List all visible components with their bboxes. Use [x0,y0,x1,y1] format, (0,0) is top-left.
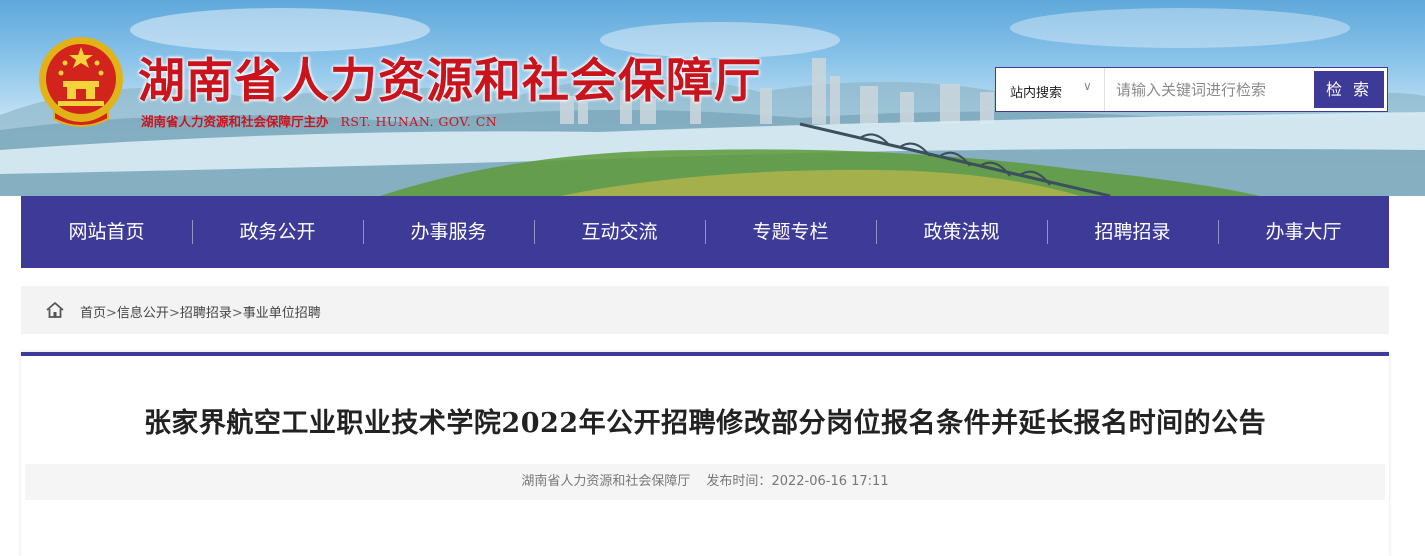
home-icon[interactable] [45,300,65,320]
nav-item-government-affairs[interactable]: 政务公开 [192,196,363,268]
site-subtitle: 湖南省人力资源和社会保障厅主办 RST. HUNAN. GOV. CN [141,111,497,130]
nav-item-interaction[interactable]: 互动交流 [534,196,705,268]
nav-item-topics[interactable]: 专题专栏 [705,196,876,268]
breadcrumb: 首页>信息公开>招聘招录>事业单位招聘 [21,286,1389,334]
article-container: 张家界航空工业职业技术学院2022年公开招聘修改部分岗位报名条件并延长报名时间的… [21,352,1389,556]
nav-item-services[interactable]: 办事服务 [363,196,534,268]
search-input[interactable] [1106,68,1311,111]
breadcrumb-item-home[interactable]: 首页 [80,306,106,321]
breadcrumb-item-recruitment[interactable]: 招聘招录 [180,306,232,321]
breadcrumb-path: 首页>信息公开>招聘招录>事业单位招聘 [80,302,321,321]
search-box: 站内搜索 ∨ 检 索 [995,67,1388,112]
nav-item-service-hall[interactable]: 办事大厅 [1218,196,1389,268]
main-nav: 网站首页 政务公开 办事服务 互动交流 专题专栏 政策法规 招聘招录 办事大厅 [21,196,1389,268]
article-title: 张家界航空工业职业技术学院2022年公开招聘修改部分岗位报名条件并延长报名时间的… [143,408,1267,439]
article-date: 2022-06-16 17:11 [771,474,889,489]
breadcrumb-separator: > [106,306,117,321]
search-scope-label: 站内搜索 [1010,86,1063,101]
chevron-down-icon: ∨ [1083,79,1092,93]
article-source: 湖南省人力资源和社会保障厅 [521,474,691,489]
breadcrumb-separator: > [168,306,180,321]
article-meta: 湖南省人力资源和社会保障厅 发布时间：2022-06-16 17:11 [25,464,1385,500]
nav-item-home[interactable]: 网站首页 [21,196,192,268]
national-emblem-icon [39,37,123,127]
breadcrumb-separator: > [231,306,243,321]
site-title: 湖南省人力资源和社会保障厅 [138,54,762,109]
breadcrumb-item-institution-recruitment[interactable]: 事业单位招聘 [243,306,321,321]
site-sponsor: 湖南省人力资源和社会保障厅主办 [141,114,329,129]
article-date-label: 发布时间： [706,474,772,489]
nav-item-recruitment[interactable]: 招聘招录 [1047,196,1218,268]
breadcrumb-item-info-disclosure[interactable]: 信息公开 [117,306,169,321]
header-banner: 湖南省人力资源和社会保障厅 湖南省人力资源和社会保障厅主办 RST. HUNAN.… [0,0,1425,196]
nav-item-policies[interactable]: 政策法规 [876,196,1047,268]
search-button[interactable]: 检 索 [1314,71,1384,108]
site-domain: RST. HUNAN. GOV. CN [340,114,498,129]
search-scope-select[interactable]: 站内搜索 ∨ [996,68,1105,111]
